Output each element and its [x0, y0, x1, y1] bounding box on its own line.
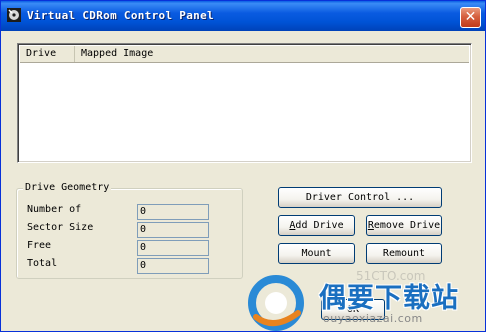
label-sector-size: Sector Size — [27, 222, 94, 233]
column-header-mapped-image[interactable]: Mapped Image — [75, 46, 471, 62]
watermark-brand: 偶要下载站 — [319, 283, 459, 314]
mount-button[interactable]: Mount — [278, 243, 355, 264]
group-legend: Drive Geometry — [23, 182, 112, 193]
drive-list[interactable]: Drive Mapped Image — [17, 43, 472, 163]
column-header-drive[interactable]: Drive — [20, 46, 75, 62]
close-button[interactable]: ✕ — [460, 7, 481, 28]
value-number-of: 0 — [137, 204, 209, 220]
brand-logo-icon — [248, 275, 304, 331]
label-free: Free — [27, 240, 52, 251]
window-title: Virtual CDRom Control Panel — [27, 9, 214, 22]
add-drive-button[interactable]: Add Drive — [278, 215, 355, 236]
label-number-of: Number of — [27, 204, 82, 215]
close-icon: ✕ — [464, 9, 477, 25]
list-header: Drive Mapped Image — [20, 46, 469, 63]
watermark-url: ouyaoxiazai.com — [323, 312, 423, 325]
driver-control-button[interactable]: Driver Control ... — [278, 187, 442, 208]
value-free: 0 — [137, 240, 209, 256]
remove-drive-button[interactable]: Remove Drive — [366, 215, 442, 236]
value-total: 0 — [137, 258, 209, 274]
add-drive-label: dd Drive — [295, 220, 344, 231]
cd-drive-icon — [6, 7, 22, 23]
title-bar[interactable]: Virtual CDRom Control Panel ✕ — [1, 1, 485, 31]
control-panel-window: Virtual CDRom Control Panel ✕ Drive Mapp… — [0, 0, 486, 332]
label-total: Total — [27, 258, 58, 269]
drive-geometry-group: Drive Geometry Number of 0 Sector Size 0… — [16, 182, 243, 279]
remount-button[interactable]: Remount — [366, 243, 442, 264]
value-sector-size: 0 — [137, 222, 209, 238]
remove-drive-label: emove Drive — [373, 220, 441, 231]
